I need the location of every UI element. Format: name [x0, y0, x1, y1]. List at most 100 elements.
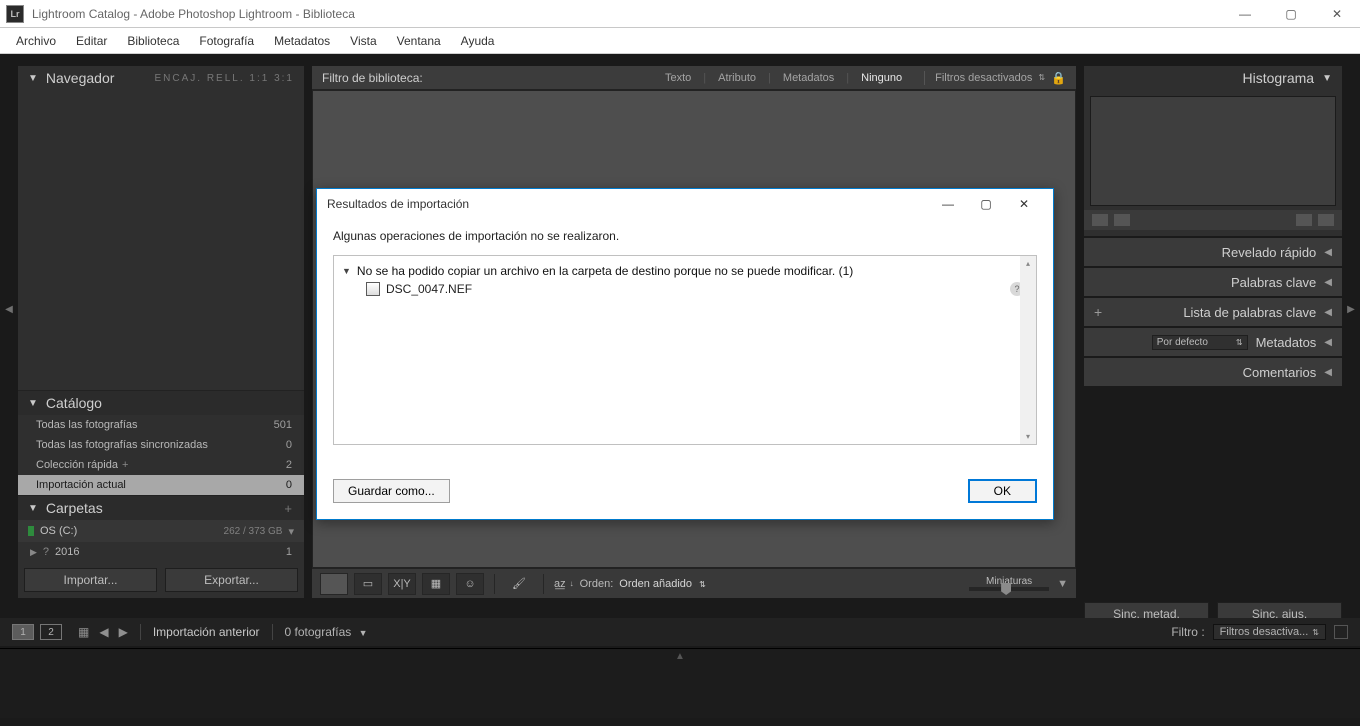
- sort-dropdown[interactable]: Orden añadido ⇅: [619, 578, 706, 590]
- sort-direction-button[interactable]: a͟z↓: [554, 578, 574, 590]
- caret-left-icon: ◀: [1324, 247, 1332, 258]
- window-title: Lightroom Catalog - Adobe Photoshop Ligh…: [32, 7, 1222, 21]
- menu-item[interactable]: Ayuda: [451, 31, 505, 51]
- grid-icon[interactable]: ▦: [78, 625, 89, 639]
- histograma-panel-header[interactable]: Histograma ▼: [1084, 66, 1342, 90]
- filter-preset-dropdown[interactable]: Filtros desactivados: [935, 72, 1032, 84]
- status-count-label[interactable]: 0 fotografías ▼: [285, 625, 368, 639]
- window-minimize-button[interactable]: —: [1222, 0, 1268, 28]
- dialog-minimize-button[interactable]: —: [929, 190, 967, 218]
- caret-left-icon: ◀: [1324, 307, 1332, 318]
- caret-down-icon: ▼: [28, 503, 38, 514]
- window-maximize-button[interactable]: ▢: [1268, 0, 1314, 28]
- menu-bar: Archivo Editar Biblioteca Fotografía Met…: [0, 28, 1360, 54]
- metadata-preset-dropdown[interactable]: Por defecto ⇅: [1152, 335, 1248, 350]
- left-panel-collapse-handle[interactable]: ◀: [4, 304, 14, 315]
- catalogo-item[interactable]: Colección rápida + 2: [18, 455, 304, 475]
- dialog-results-list[interactable]: ▼ No se ha podido copiar un archivo en l…: [333, 255, 1037, 445]
- result-group-header[interactable]: ▼ No se ha podido copiar un archivo en l…: [338, 262, 1032, 280]
- window-close-button[interactable]: ✕: [1314, 0, 1360, 28]
- import-button[interactable]: Importar...: [24, 568, 157, 592]
- monitor-1-button[interactable]: 1: [12, 624, 34, 640]
- grid-view-button[interactable]: [320, 573, 348, 595]
- catalogo-item-selected[interactable]: Importación actual 0: [18, 475, 304, 495]
- menu-item[interactable]: Fotografía: [189, 31, 264, 51]
- carpetas-title: Carpetas: [46, 500, 103, 516]
- chevron-updown-icon: ⇅: [699, 580, 706, 589]
- loupe-view-button[interactable]: ▭: [354, 573, 382, 595]
- export-button[interactable]: Exportar...: [165, 568, 298, 592]
- metadatos-panel-header[interactable]: Por defecto ⇅ Metadatos◀: [1084, 328, 1342, 356]
- thumbnail-size-slider[interactable]: [969, 587, 1049, 591]
- spray-tool-button[interactable]: 🖌: [505, 573, 533, 595]
- scroll-up-icon[interactable]: ▴: [1026, 259, 1030, 268]
- chevron-down-icon: ▼: [359, 628, 368, 638]
- sort-label: Orden:: [580, 578, 614, 590]
- lista-palabras-clave-panel-header[interactable]: + Lista de palabras clave◀: [1084, 298, 1342, 326]
- info-icon: [1318, 214, 1334, 226]
- filter-switch-icon[interactable]: [1334, 625, 1348, 639]
- status-source-label[interactable]: Importación anterior: [153, 625, 260, 639]
- menu-item[interactable]: Archivo: [6, 31, 66, 51]
- nav-forward-button[interactable]: ▶: [119, 625, 128, 639]
- carpetas-panel-header[interactable]: ▼ Carpetas +: [18, 496, 304, 520]
- filter-tab-metadatos[interactable]: Metadatos: [775, 70, 842, 86]
- catalogo-panel-header[interactable]: ▼ Catálogo: [18, 391, 304, 415]
- info-icon: [1296, 214, 1312, 226]
- navegador-preview: [18, 90, 304, 390]
- comentarios-panel-header[interactable]: Comentarios◀: [1084, 358, 1342, 386]
- caret-left-icon: ◀: [1324, 337, 1332, 348]
- os-titlebar: Lr Lightroom Catalog - Adobe Photoshop L…: [0, 0, 1360, 28]
- catalogo-list: Todas las fotografías 501 Todas las foto…: [18, 415, 304, 495]
- menu-item[interactable]: Ventana: [387, 31, 451, 51]
- histogram-info-strip: [1084, 210, 1342, 230]
- lightroom-logo: Lr: [6, 5, 24, 23]
- compare-view-button[interactable]: X|Y: [388, 573, 416, 595]
- ok-button[interactable]: OK: [968, 479, 1037, 503]
- plus-icon[interactable]: +: [1094, 304, 1102, 320]
- navegador-zoom-options[interactable]: ENCAJ. RELL. 1:1 3:1: [155, 73, 295, 84]
- monitor-2-button[interactable]: 2: [40, 624, 62, 640]
- revelado-rapido-panel-header[interactable]: Revelado rápido◀: [1084, 238, 1342, 266]
- info-icon: [1114, 214, 1130, 226]
- catalogo-item[interactable]: Todas las fotografías 501: [18, 415, 304, 435]
- scroll-down-icon[interactable]: ▾: [1026, 432, 1030, 441]
- caret-down-icon: ▼: [28, 398, 38, 409]
- right-panels: Histograma ▼ Revelado rápido◀ Palabras c…: [1084, 66, 1342, 598]
- filmstrip[interactable]: ▲: [0, 648, 1360, 718]
- survey-view-button[interactable]: ▦: [422, 573, 450, 595]
- add-folder-button[interactable]: +: [284, 501, 294, 516]
- scrollbar[interactable]: ▴▾: [1020, 256, 1036, 444]
- histograma-title: Histograma: [1243, 70, 1315, 86]
- filter-title: Filtro de biblioteca:: [322, 71, 423, 85]
- dialog-titlebar[interactable]: Resultados de importación — ▢ ✕: [317, 189, 1053, 219]
- people-view-button[interactable]: ☺: [456, 573, 484, 595]
- result-file-row[interactable]: DSC_0047.NEF ?: [338, 280, 1032, 298]
- menu-item[interactable]: Editar: [66, 31, 117, 51]
- catalogo-item[interactable]: Todas las fotografías sincronizadas 0: [18, 435, 304, 455]
- filmstrip-collapse-handle[interactable]: ▲: [0, 651, 1360, 662]
- folder-row[interactable]: ▶ ? 2016 1: [18, 542, 304, 562]
- filter-tab-texto[interactable]: Texto: [657, 70, 699, 86]
- volume-header[interactable]: OS (C:) 262 / 373 GB ▾: [18, 520, 304, 542]
- import-results-dialog: Resultados de importación — ▢ ✕ Algunas …: [316, 188, 1054, 520]
- menu-item[interactable]: Biblioteca: [117, 31, 189, 51]
- filter-tab-atributo[interactable]: Atributo: [710, 70, 764, 86]
- info-icon: [1092, 214, 1108, 226]
- menu-item[interactable]: Vista: [340, 31, 386, 51]
- palabras-clave-panel-header[interactable]: Palabras clave◀: [1084, 268, 1342, 296]
- lock-icon[interactable]: 🔒: [1051, 71, 1066, 85]
- filter-preset-dropdown[interactable]: Filtros desactiva... ⇅: [1213, 624, 1326, 640]
- save-as-button[interactable]: Guardar como...: [333, 479, 450, 503]
- right-panel-collapse-handle[interactable]: ▶: [1346, 304, 1356, 315]
- chevron-updown-icon[interactable]: ⇅: [1038, 73, 1045, 82]
- menu-item[interactable]: Metadatos: [264, 31, 340, 51]
- navegador-panel-header[interactable]: ▼ Navegador ENCAJ. RELL. 1:1 3:1: [18, 66, 304, 90]
- expand-triangle-icon[interactable]: ▶: [30, 547, 37, 558]
- dialog-close-button[interactable]: ✕: [1005, 190, 1043, 218]
- filter-tab-ninguno[interactable]: Ninguno: [853, 70, 910, 86]
- nav-back-button[interactable]: ◀: [99, 625, 108, 639]
- dialog-maximize-button[interactable]: ▢: [967, 190, 1005, 218]
- toolbar-options-button[interactable]: ▼: [1057, 578, 1068, 590]
- chevron-down-icon[interactable]: ▾: [288, 525, 294, 538]
